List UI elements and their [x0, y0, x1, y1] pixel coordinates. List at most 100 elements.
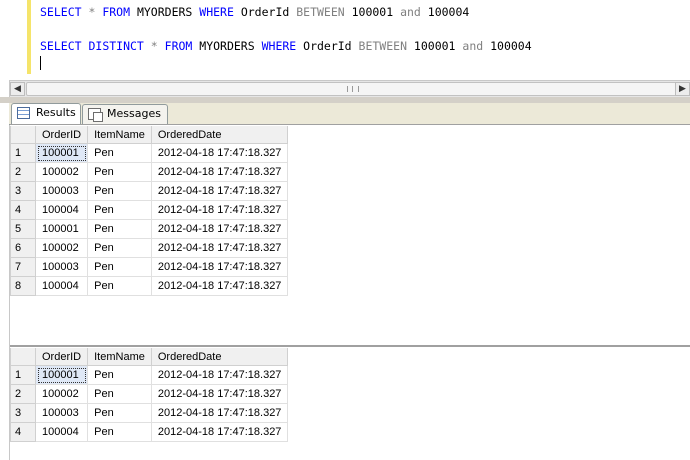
row-number[interactable]: 1	[10, 143, 36, 163]
table-row[interactable]: 3 100003 Pen 2012-04-18 17:47:18.327	[10, 181, 289, 201]
cell-ordereddate[interactable]: 2012-04-18 17:47:18.327	[150, 384, 289, 404]
cell-itemname[interactable]: Pen	[87, 219, 152, 239]
cell-ordereddate[interactable]: 2012-04-18 17:47:18.327	[150, 200, 289, 220]
row-number[interactable]: 7	[10, 257, 36, 277]
literal: 100004	[483, 39, 532, 53]
keyword: SELECT	[40, 39, 82, 53]
cell-orderid[interactable]: 100002	[34, 162, 89, 182]
cell-ordereddate[interactable]: 2012-04-18 17:47:18.327	[150, 403, 289, 423]
column-header-orderid[interactable]: OrderID	[34, 126, 89, 144]
operator: BETWEEN	[296, 5, 345, 19]
cell-ordereddate[interactable]: 2012-04-18 17:47:18.327	[150, 238, 289, 258]
table-row[interactable]: 7 100003 Pen 2012-04-18 17:47:18.327	[10, 257, 289, 277]
cell-orderid[interactable]: 100004	[34, 276, 89, 296]
cell-itemname[interactable]: Pen	[87, 276, 152, 296]
table-row[interactable]: 2 100002 Pen 2012-04-18 17:47:18.327	[10, 384, 289, 404]
table-row[interactable]: 4 100004 Pen 2012-04-18 17:47:18.327	[10, 422, 289, 442]
table-row[interactable]: 1 100001 Pen 2012-04-18 17:47:18.327	[10, 365, 289, 385]
query-editor[interactable]: SELECT * FROM MYORDERS WHERE OrderId BET…	[0, 0, 690, 80]
column-header-ordereddate[interactable]: OrderedDate	[150, 348, 289, 366]
text-caret	[40, 56, 41, 70]
identifier: MYORDERS	[130, 5, 200, 19]
row-number[interactable]: 6	[10, 238, 36, 258]
row-number[interactable]: 4	[10, 200, 36, 220]
cell-orderid[interactable]: 100002	[34, 238, 89, 258]
literal: 100001	[344, 5, 401, 19]
results-tab-bar: Results Messages	[9, 103, 690, 125]
grip-icon	[347, 86, 359, 92]
corner-cell[interactable]	[10, 348, 36, 366]
keyword: WHERE	[261, 39, 297, 53]
cell-orderid[interactable]: 100004	[34, 422, 89, 442]
column-header-orderid[interactable]: OrderID	[34, 348, 89, 366]
cell-itemname[interactable]: Pen	[87, 238, 152, 258]
cell-ordereddate[interactable]: 2012-04-18 17:47:18.327	[150, 422, 289, 442]
row-number[interactable]: 2	[10, 162, 36, 182]
table-row[interactable]: 2 100002 Pen 2012-04-18 17:47:18.327	[10, 162, 289, 182]
keyword: SELECT	[40, 5, 82, 19]
row-number[interactable]: 4	[10, 422, 36, 442]
operator: BETWEEN	[358, 39, 407, 53]
cell-ordereddate[interactable]: 2012-04-18 17:47:18.327	[150, 257, 289, 277]
cell-itemname[interactable]: Pen	[87, 384, 152, 404]
cell-itemname[interactable]: Pen	[87, 422, 152, 442]
cell-orderid[interactable]: 100003	[34, 181, 89, 201]
row-number[interactable]: 3	[10, 181, 36, 201]
table-row[interactable]: 3 100003 Pen 2012-04-18 17:47:18.327	[10, 403, 289, 423]
identifier: OrderId	[233, 5, 297, 19]
keyword: FROM	[164, 39, 193, 53]
row-number[interactable]: 2	[10, 384, 36, 404]
cell-orderid[interactable]: 100002	[34, 384, 89, 404]
cell-itemname[interactable]: Pen	[87, 181, 152, 201]
row-number[interactable]: 3	[10, 403, 36, 423]
row-number[interactable]: 5	[10, 219, 36, 239]
cell-itemname[interactable]: Pen	[87, 200, 152, 220]
cell-itemname[interactable]: Pen	[87, 403, 152, 423]
result-grid-2[interactable]: OrderID ItemName OrderedDate 1 100001 Pen 2…	[10, 346, 690, 460]
cell-itemname[interactable]: Pen	[87, 162, 152, 182]
cell-ordereddate[interactable]: 2012-04-18 17:47:18.327	[150, 143, 289, 163]
table-row[interactable]: 5 100001 Pen 2012-04-18 17:47:18.327	[10, 219, 289, 239]
query-line-1[interactable]: SELECT * FROM MYORDERS WHERE OrderId BET…	[40, 5, 469, 19]
table-row[interactable]: 1 100001 Pen 2012-04-18 17:47:18.327	[10, 143, 289, 163]
result-grid-1[interactable]: OrderID ItemName OrderedDate 1 100001 Pen 2…	[10, 124, 690, 346]
cell-ordereddate[interactable]: 2012-04-18 17:47:18.327	[150, 219, 289, 239]
editor-horizontal-scrollbar[interactable]: ◀ ▶	[10, 80, 690, 97]
cell-ordereddate[interactable]: 2012-04-18 17:47:18.327	[150, 276, 289, 296]
cell-itemname[interactable]: Pen	[87, 365, 152, 385]
cell-ordereddate[interactable]: 2012-04-18 17:47:18.327	[150, 162, 289, 182]
identifier: MYORDERS	[192, 39, 262, 53]
cell-ordereddate[interactable]: 2012-04-18 17:47:18.327	[150, 181, 289, 201]
table-row[interactable]: 6 100002 Pen 2012-04-18 17:47:18.327	[10, 238, 289, 258]
row-number[interactable]: 1	[10, 365, 36, 385]
cell-orderid[interactable]: 100001	[34, 219, 89, 239]
operator: and	[462, 39, 484, 53]
cell-itemname[interactable]: Pen	[87, 257, 152, 277]
cell-orderid[interactable]: 100001	[34, 143, 89, 163]
arrow-right-icon[interactable]: ▶	[675, 82, 690, 96]
literal: 100001	[407, 39, 463, 53]
keyword: WHERE	[199, 5, 234, 19]
row-number[interactable]: 8	[10, 276, 36, 296]
editor-gutter	[0, 0, 28, 80]
column-header-ordereddate[interactable]: OrderedDate	[150, 126, 289, 144]
cell-orderid[interactable]: 100001	[34, 365, 89, 385]
literal: 100004	[420, 5, 470, 19]
cell-orderid[interactable]: 100003	[34, 257, 89, 277]
corner-cell[interactable]	[10, 126, 36, 144]
column-header-itemname[interactable]: ItemName	[87, 348, 152, 366]
grid-icon	[17, 107, 30, 119]
table-row[interactable]: 4 100004 Pen 2012-04-18 17:47:18.327	[10, 200, 289, 220]
tab-messages[interactable]: Messages	[82, 104, 168, 124]
cell-ordereddate[interactable]: 2012-04-18 17:47:18.327	[150, 365, 289, 385]
header-row: OrderID ItemName OrderedDate	[10, 126, 289, 144]
cell-itemname[interactable]: Pen	[87, 143, 152, 163]
tab-results[interactable]: Results	[11, 103, 81, 125]
table-row[interactable]: 8 100004 Pen 2012-04-18 17:47:18.327	[10, 276, 289, 296]
cell-orderid[interactable]: 100004	[34, 200, 89, 220]
column-header-itemname[interactable]: ItemName	[87, 126, 152, 144]
arrow-left-icon[interactable]: ◀	[10, 82, 25, 96]
cell-orderid[interactable]: 100003	[34, 403, 89, 423]
query-line-2[interactable]: SELECT DISTINCT * FROM MYORDERS WHERE Or…	[40, 39, 532, 53]
scrollbar-thumb[interactable]	[26, 82, 682, 96]
